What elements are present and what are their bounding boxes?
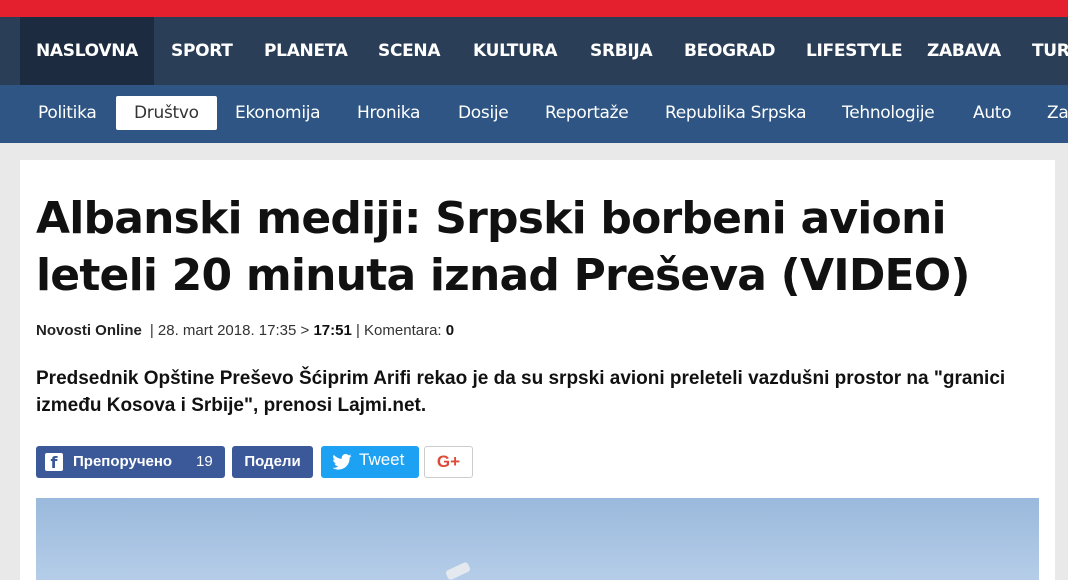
facebook-share-button[interactable]: Подели <box>232 446 313 478</box>
main-navigation: NASLOVNA SPORT PLANETA SCENA KULTURA SRB… <box>0 17 1068 85</box>
nav-sport[interactable]: SPORT <box>171 17 233 85</box>
subnav-auto[interactable]: Auto <box>973 96 1012 130</box>
nav-beograd[interactable]: BEOGRAD <box>684 17 776 85</box>
top-accent-strip <box>0 0 1068 17</box>
article-card: Albanski mediji: Srpski borbeni avioni l… <box>20 160 1055 580</box>
comments-count[interactable]: 0 <box>446 322 454 339</box>
google-plus-button[interactable]: G+ <box>424 446 473 478</box>
plane-shape <box>445 561 471 580</box>
article-meta: Novosti Online | 28. mart 2018. 17:35 > 1… <box>36 322 454 339</box>
subnav-ekonomija[interactable]: Ekonomija <box>235 96 321 130</box>
nav-zabava[interactable]: ZABAVA <box>927 17 1001 85</box>
subnav-dosije[interactable]: Dosije <box>458 96 509 130</box>
subnav-hronika[interactable]: Hronika <box>357 96 420 130</box>
nav-naslovna[interactable]: NASLOVNA <box>20 17 154 85</box>
subnav-tehnologije[interactable]: Tehnologije <box>842 96 935 130</box>
subnav-reportaze[interactable]: Reportaže <box>545 96 629 130</box>
nav-srbija[interactable]: SRBIJA <box>590 17 653 85</box>
nav-kultura[interactable]: KULTURA <box>473 17 558 85</box>
article-updated-time: 17:51 <box>313 322 352 339</box>
comments-label: | Komentara: <box>351 322 446 339</box>
facebook-icon: f <box>45 453 63 472</box>
facebook-recommend-label: Препоручено <box>73 453 173 470</box>
article-title: Albanski mediji: Srpski borbeni avioni l… <box>36 193 971 301</box>
nav-tur[interactable]: TUR <box>1032 17 1068 85</box>
subnav-politika[interactable]: Politika <box>38 96 97 130</box>
google-plus-icon: G+ <box>436 452 461 471</box>
twitter-bird-icon <box>332 454 352 470</box>
sub-navigation: Politika Društvo Ekonomija Hronika Dosij… <box>0 85 1068 143</box>
subnav-za[interactable]: Za <box>1047 96 1068 130</box>
subnav-drustvo[interactable]: Društvo <box>116 96 217 130</box>
facebook-recommend-button[interactable]: f Препоручено 19 <box>36 446 225 478</box>
nav-lifestyle[interactable]: LIFESTYLE <box>806 17 903 85</box>
facebook-recommend-count: 19 <box>196 453 213 470</box>
nav-planeta[interactable]: PLANETA <box>264 17 348 85</box>
nav-scena[interactable]: SCENA <box>378 17 441 85</box>
subnav-republika-srpska[interactable]: Republika Srpska <box>665 96 807 130</box>
article-date: | 28. mart 2018. 17:35 > <box>149 322 314 339</box>
tweet-label: Tweet <box>359 450 405 469</box>
tweet-button[interactable]: Tweet <box>321 446 419 478</box>
article-hero-image <box>36 498 1039 580</box>
article-source[interactable]: Novosti Online <box>36 322 142 339</box>
article-lead: Predsednik Opštine Preševo Šćiprim Arifi… <box>36 368 1006 416</box>
